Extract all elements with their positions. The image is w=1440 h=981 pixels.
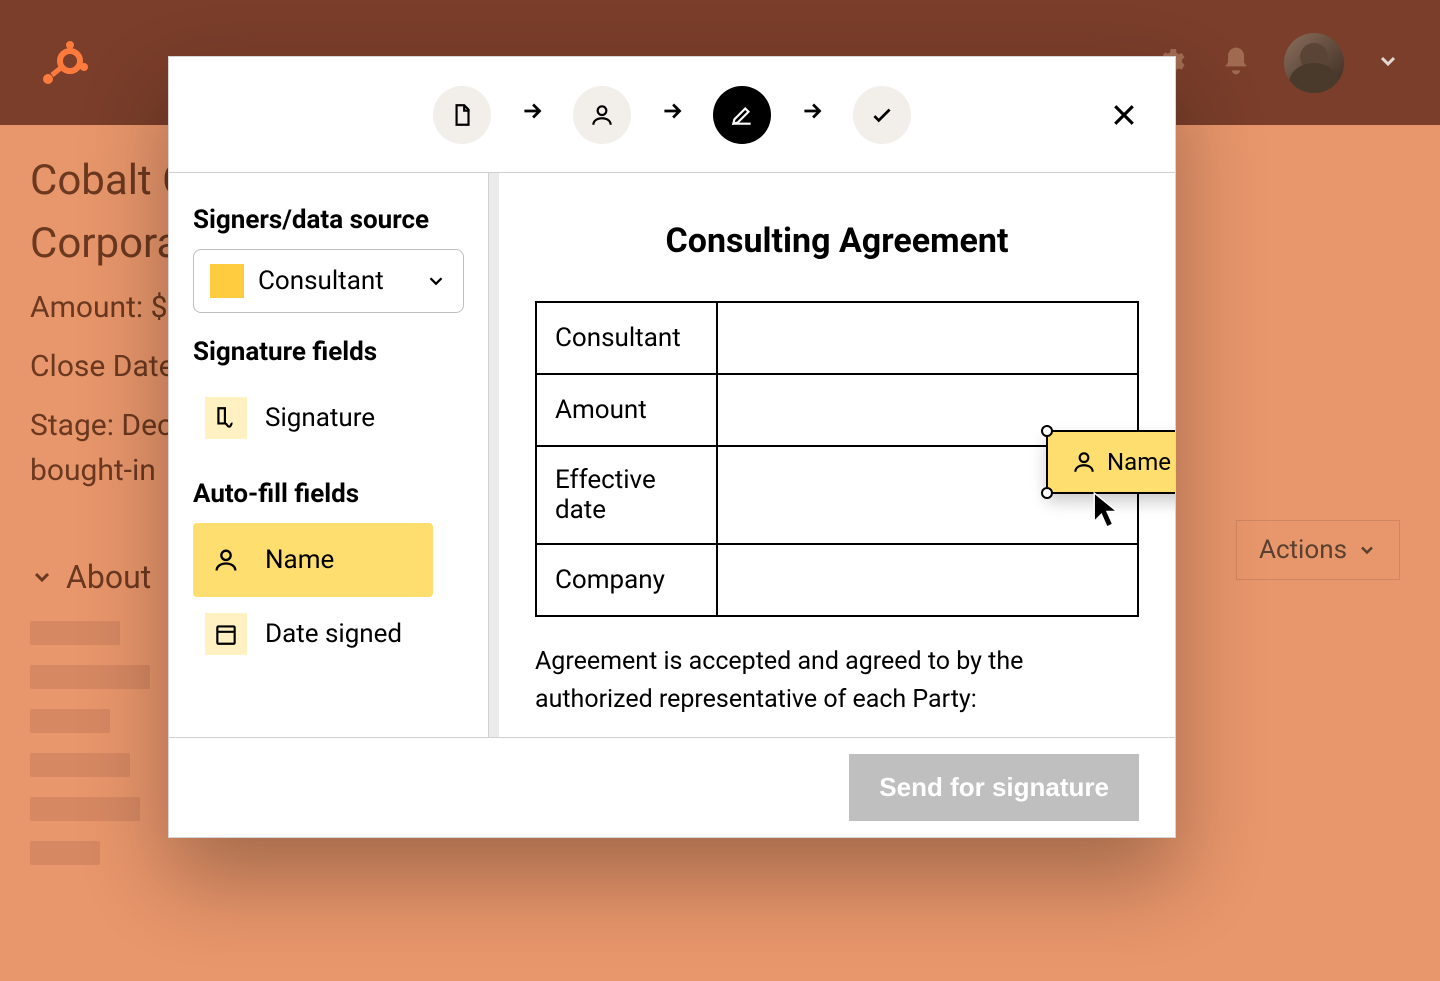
signature-fields-heading: Signature fields xyxy=(193,337,464,367)
row-amount-label: Amount xyxy=(536,374,717,446)
stepper xyxy=(433,86,911,144)
check-icon xyxy=(869,102,895,128)
resize-handle[interactable] xyxy=(1041,487,1053,499)
placeholder xyxy=(30,665,150,689)
person-icon xyxy=(589,102,615,128)
close-button[interactable] xyxy=(1109,99,1139,139)
document-preview[interactable]: Consulting Agreement Consultant Amount E… xyxy=(489,173,1175,737)
actions-button[interactable]: Actions xyxy=(1236,520,1400,580)
step-document[interactable] xyxy=(433,86,491,144)
autofill-heading: Auto-fill fields xyxy=(193,479,464,509)
close-icon xyxy=(1109,100,1139,130)
field-signature-label: Signature xyxy=(265,403,375,433)
person-icon xyxy=(212,546,240,574)
notification-icon[interactable] xyxy=(1220,45,1252,81)
field-name-label: Name xyxy=(265,545,334,575)
row-consultant-value[interactable] xyxy=(717,302,1138,374)
row-company-label: Company xyxy=(536,544,717,616)
field-date-signed[interactable]: Date signed xyxy=(193,597,464,671)
chevron-down-icon xyxy=(425,270,447,292)
calendar-icon xyxy=(213,621,239,647)
modal-footer: Send for signature xyxy=(169,737,1175,837)
row-effective-date-label: Effective date xyxy=(536,446,717,544)
row-company-value[interactable] xyxy=(717,544,1138,616)
field-name[interactable]: Name xyxy=(193,523,433,597)
placeholder xyxy=(30,621,120,645)
placeholder xyxy=(30,753,130,777)
arrow-right-icon xyxy=(519,98,545,131)
stage-label-2: bought-in xyxy=(30,453,156,488)
chevron-down-icon[interactable] xyxy=(1376,49,1400,77)
field-signature[interactable]: Signature xyxy=(193,381,464,455)
esign-modal: Signers/data source Consultant Signature… xyxy=(168,56,1176,838)
step-edit[interactable] xyxy=(713,86,771,144)
step-signer[interactable] xyxy=(573,86,631,144)
arrow-right-icon xyxy=(659,98,685,131)
signers-heading: Signers/data source xyxy=(193,205,464,235)
avatar[interactable] xyxy=(1284,33,1344,93)
fields-sidebar: Signers/data source Consultant Signature… xyxy=(169,173,489,737)
placeholder xyxy=(30,709,110,733)
agreement-text: Agreement is accepted and agreed to by t… xyxy=(535,643,1139,718)
dragged-name-field[interactable]: Name xyxy=(1046,430,1175,494)
signer-dropdown[interactable]: Consultant xyxy=(193,249,464,313)
about-section-label[interactable]: About xyxy=(66,553,151,601)
row-consultant-label: Consultant xyxy=(536,302,717,374)
resize-handle[interactable] xyxy=(1041,425,1053,437)
placeholder xyxy=(30,797,140,821)
hubspot-logo xyxy=(40,39,88,87)
cursor-icon xyxy=(1090,490,1124,530)
signer-color-swatch xyxy=(210,264,244,298)
step-review[interactable] xyxy=(853,86,911,144)
placeholder xyxy=(30,841,100,865)
signature-icon xyxy=(213,405,239,431)
send-for-signature-button[interactable]: Send for signature xyxy=(849,754,1139,821)
modal-header xyxy=(169,57,1175,173)
chevron-down-icon xyxy=(1357,540,1377,560)
chevron-down-icon[interactable] xyxy=(30,565,54,589)
drag-chip-label: Name xyxy=(1107,448,1171,476)
signer-dropdown-value: Consultant xyxy=(258,266,384,296)
person-icon xyxy=(1071,449,1097,475)
pencil-icon xyxy=(729,102,755,128)
document-title: Consulting Agreement xyxy=(535,221,1139,261)
document-icon xyxy=(449,102,475,128)
arrow-right-icon xyxy=(799,98,825,131)
field-date-label: Date signed xyxy=(265,619,402,649)
stage-label-1: Stage: Dec xyxy=(30,408,173,443)
